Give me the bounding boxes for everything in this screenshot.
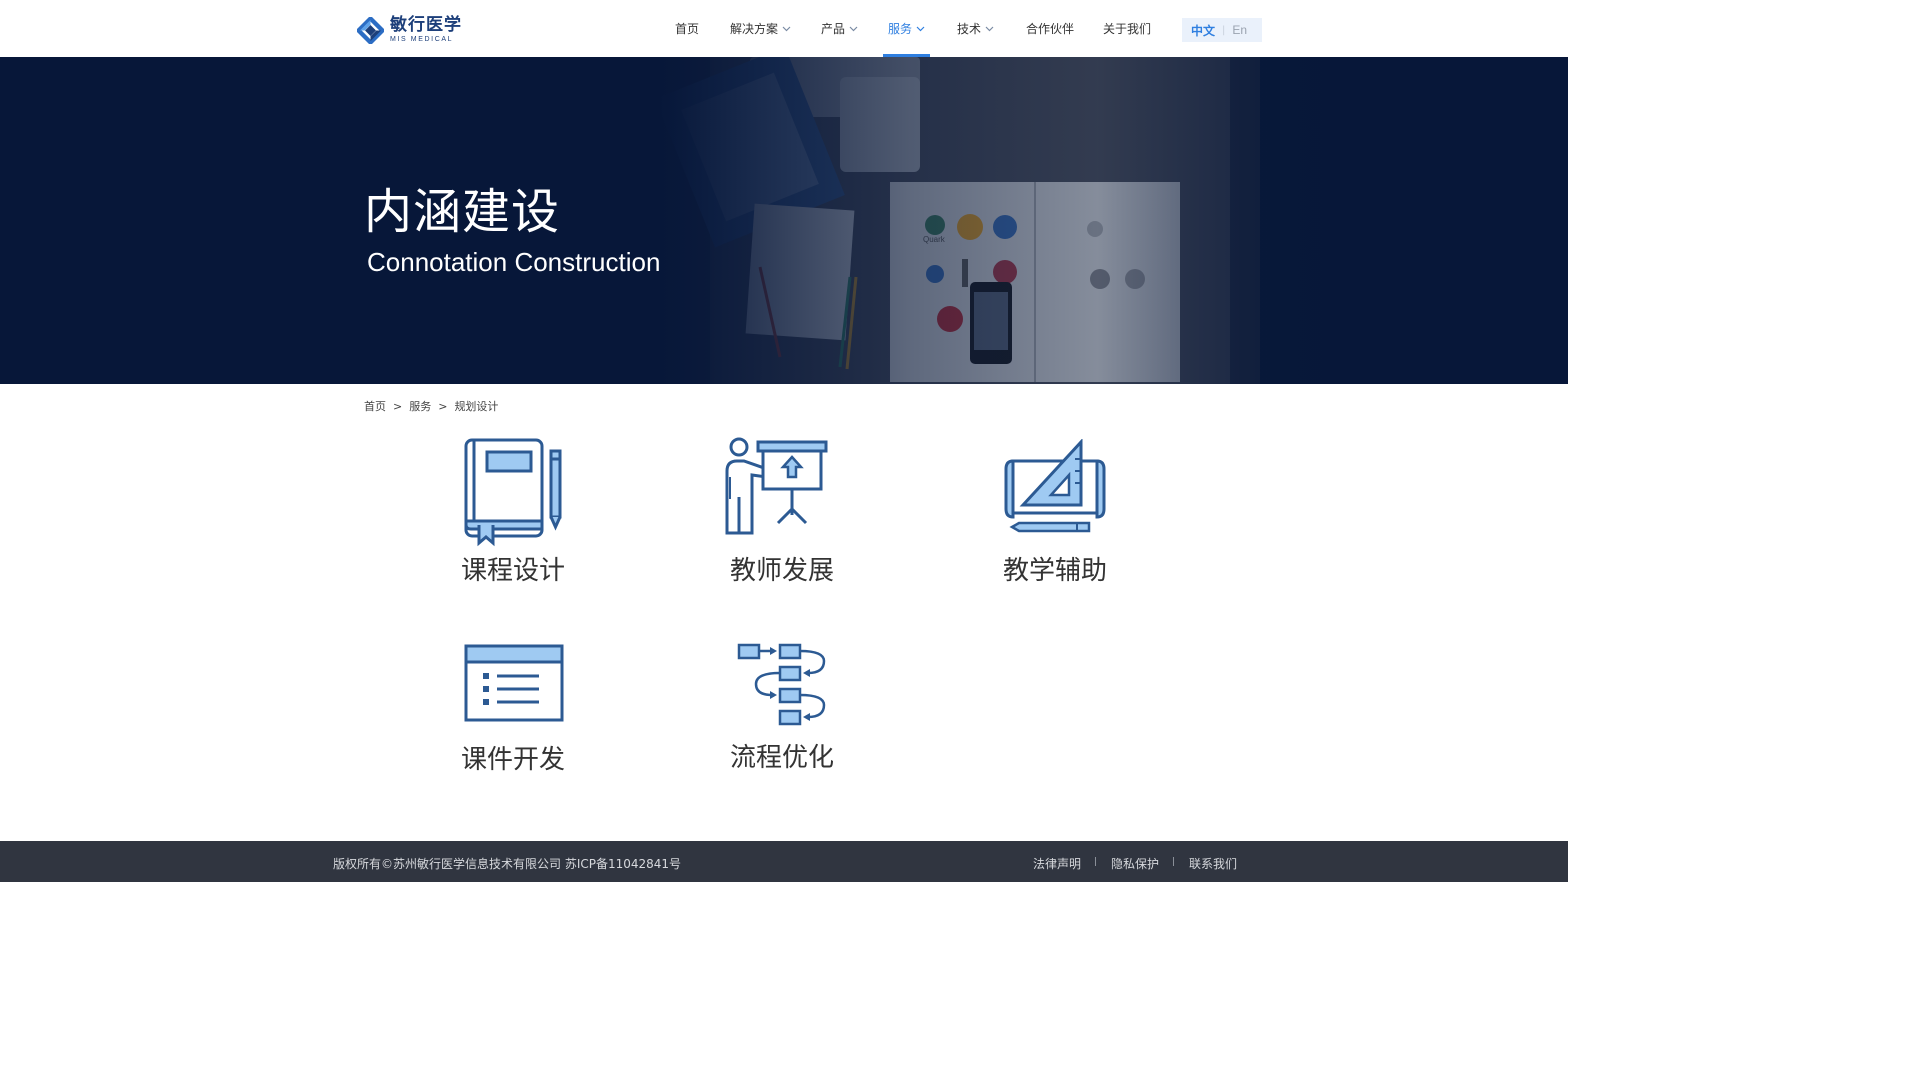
page-title: 内涵建设 bbox=[364, 184, 561, 240]
nav-item-label: 关于我们 bbox=[1103, 22, 1152, 36]
service-teaching-assistance[interactable]: 教学辅助 bbox=[955, 437, 1155, 597]
flowchart-icon bbox=[737, 643, 826, 726]
copyright-text: 版权所有©苏州敏行医学信息技术有限公司 苏ICP备11042841号 bbox=[333, 857, 682, 871]
document-list-icon bbox=[464, 644, 564, 722]
service-courseware-development[interactable]: 课件开发 bbox=[413, 641, 613, 801]
logo-name-cn: 敏行医学 bbox=[390, 15, 462, 35]
chevron-down-icon bbox=[782, 26, 791, 31]
nav-item-about[interactable]: 关于我们 bbox=[1103, 0, 1151, 57]
logo-name-en: MIS MEDICAL bbox=[390, 36, 454, 43]
site-header: 敏行医学 MIS MEDICAL 首页 解决方案 产品 服务 技术 合作伙伴 关… bbox=[0, 0, 1568, 57]
chevron-down-icon bbox=[985, 26, 994, 31]
service-label: 教学辅助 bbox=[1002, 556, 1107, 586]
breadcrumb-separator: > bbox=[438, 399, 448, 413]
book-pencil-icon bbox=[464, 438, 562, 547]
nav-item-label: 服务 bbox=[888, 22, 913, 36]
language-switcher: 中文 | En bbox=[1182, 18, 1262, 42]
footer-divider bbox=[1095, 857, 1096, 866]
blueprint-ruler-icon bbox=[1004, 439, 1106, 533]
lang-option-en[interactable]: En bbox=[1232, 23, 1247, 37]
nav-item-label: 解决方案 bbox=[730, 22, 779, 36]
footer-link-contact[interactable]: 联系我们 bbox=[1189, 855, 1237, 872]
breadcrumb-current: 规划设计 bbox=[454, 400, 499, 413]
page-subtitle: Connotation Construction bbox=[367, 247, 661, 277]
nav-item-services[interactable]: 服务 bbox=[888, 0, 925, 57]
service-teacher-development[interactable]: 教师发展 bbox=[682, 437, 882, 597]
hero-banner: Quark 内涵建设 Connotation Construction bbox=[0, 57, 1568, 384]
service-label: 流程优化 bbox=[729, 743, 834, 773]
site-footer: 版权所有©苏州敏行医学信息技术有限公司 苏ICP备11042841号 法律声明 … bbox=[0, 841, 1568, 882]
chevron-down-icon bbox=[849, 26, 858, 31]
footer-link-legal[interactable]: 法律声明 bbox=[1033, 855, 1081, 872]
service-label: 课程设计 bbox=[460, 556, 565, 586]
nav-item-solutions[interactable]: 解决方案 bbox=[730, 0, 791, 57]
banner-overlay bbox=[0, 57, 1568, 384]
breadcrumb-home[interactable]: 首页 bbox=[364, 398, 386, 414]
breadcrumb-separator: > bbox=[393, 399, 403, 413]
nav-item-label: 首页 bbox=[675, 22, 700, 36]
lang-separator: | bbox=[1222, 24, 1226, 36]
breadcrumb-services[interactable]: 服务 bbox=[409, 398, 431, 414]
nav-item-home[interactable]: 首页 bbox=[675, 0, 699, 57]
logo-mark-icon bbox=[357, 16, 384, 44]
nav-item-label: 技术 bbox=[957, 22, 982, 36]
service-process-optimization[interactable]: 流程优化 bbox=[682, 641, 882, 801]
nav-item-partners[interactable]: 合作伙伴 bbox=[1026, 0, 1074, 57]
nav-item-label: 产品 bbox=[821, 22, 846, 36]
logo[interactable]: 敏行医学 MIS MEDICAL bbox=[357, 15, 469, 45]
footer-divider bbox=[1173, 857, 1174, 866]
service-course-design[interactable]: 课程设计 bbox=[413, 437, 613, 597]
nav-item-technology[interactable]: 技术 bbox=[957, 0, 994, 57]
footer-link-privacy[interactable]: 隐私保护 bbox=[1111, 855, 1159, 872]
service-label: 教师发展 bbox=[729, 556, 834, 586]
breadcrumb: 首页 > 服务 > 规划设计 bbox=[364, 398, 498, 414]
lang-option-zh[interactable]: 中文 bbox=[1191, 22, 1215, 39]
chevron-down-icon bbox=[916, 26, 925, 31]
nav-item-label: 合作伙伴 bbox=[1026, 22, 1075, 36]
nav-item-products[interactable]: 产品 bbox=[821, 0, 858, 57]
service-label: 课件开发 bbox=[460, 745, 565, 775]
presenter-board-icon bbox=[725, 437, 828, 535]
